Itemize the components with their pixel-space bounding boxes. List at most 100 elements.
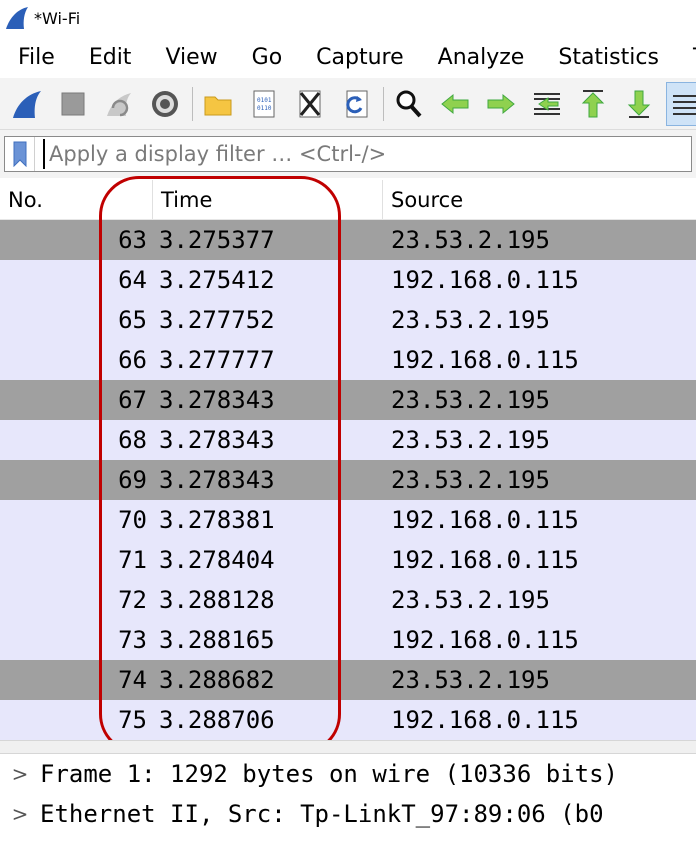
bookmark-icon	[13, 141, 26, 167]
autoscroll-button[interactable]	[666, 81, 696, 126]
cell-time: 3.277777	[159, 346, 275, 374]
window-title: *Wi-Fi	[34, 8, 81, 28]
table-row[interactable]: 64 3.275412 192.168.0.115	[0, 260, 696, 300]
cell-no: 68	[118, 426, 147, 454]
menu-telephony[interactable]: Te	[676, 45, 696, 70]
cell-no: 64	[118, 266, 147, 294]
cell-time: 3.278343	[159, 426, 275, 454]
start-capture-button[interactable]	[8, 82, 46, 126]
close-file-icon	[299, 90, 321, 117]
capture-options-button[interactable]	[146, 82, 184, 126]
reload-file-button[interactable]	[337, 82, 375, 126]
capture-options-icon	[152, 90, 178, 117]
cell-source: 23.53.2.195	[391, 586, 550, 614]
column-header-time[interactable]: Time	[153, 180, 383, 219]
first-packet-icon	[581, 89, 605, 117]
wireshark-fin-icon	[6, 7, 28, 29]
expand-chevron-icon[interactable]: >	[0, 802, 40, 826]
go-to-packet-icon	[534, 92, 560, 115]
autoscroll-icon	[673, 94, 696, 115]
menu-capture[interactable]: Capture	[299, 45, 420, 70]
save-file-button[interactable]: 0101 0110	[245, 82, 283, 126]
cell-time: 3.278381	[159, 506, 275, 534]
menu-edit[interactable]: Edit	[72, 45, 149, 70]
find-packet-icon	[396, 90, 422, 117]
svg-text:0101: 0101	[257, 97, 272, 104]
packet-list-header: No. Time Source	[0, 180, 696, 220]
cell-source: 192.168.0.115	[391, 266, 579, 294]
table-row[interactable]: 70 3.278381 192.168.0.115	[0, 500, 696, 540]
cell-source: 23.53.2.195	[391, 466, 550, 494]
restart-capture-button[interactable]	[100, 82, 138, 126]
cell-source: 192.168.0.115	[391, 506, 579, 534]
cell-time: 3.278343	[159, 466, 275, 494]
display-filter-box	[4, 136, 692, 172]
cell-no: 63	[118, 226, 147, 254]
filter-bookmark-button[interactable]	[5, 137, 35, 171]
cell-no: 67	[118, 386, 147, 414]
svg-text:0110: 0110	[257, 105, 272, 112]
table-row[interactable]: 68 3.278343 23.53.2.195	[0, 420, 696, 460]
toolbar-separator	[192, 86, 193, 121]
table-row[interactable]: 69 3.278343 23.53.2.195	[0, 460, 696, 500]
packet-rows: 63 3.275377 23.53.2.195 64 3.275412 192.168.0…	[0, 220, 696, 740]
menu-go[interactable]: Go	[235, 45, 300, 70]
cell-time: 3.288165	[159, 626, 275, 654]
display-filter-input[interactable]	[43, 139, 691, 169]
column-header-source[interactable]: Source	[383, 180, 696, 219]
cell-no: 65	[118, 306, 147, 334]
last-packet-icon	[627, 90, 651, 118]
menu-view[interactable]: View	[148, 45, 234, 70]
find-packet-button[interactable]	[390, 82, 428, 126]
table-row[interactable]: 74 3.288682 23.53.2.195	[0, 660, 696, 700]
table-row[interactable]: 66 3.277777 192.168.0.115	[0, 340, 696, 380]
go-forward-button[interactable]	[482, 82, 520, 126]
open-file-button[interactable]	[199, 82, 237, 126]
go-back-icon	[441, 93, 469, 114]
cell-no: 69	[118, 466, 147, 494]
column-header-no[interactable]: No.	[0, 180, 153, 219]
table-row[interactable]: 73 3.288165 192.168.0.115	[0, 620, 696, 660]
detail-row-ethernet[interactable]: > Ethernet II, Src: Tp-LinkT_97:89:06 (b…	[0, 794, 696, 834]
menu-file[interactable]: File	[0, 45, 72, 70]
expand-chevron-icon[interactable]: >	[0, 762, 40, 786]
table-row[interactable]: 67 3.278343 23.53.2.195	[0, 380, 696, 420]
menu-statistics[interactable]: Statistics	[541, 45, 676, 70]
cell-no: 66	[118, 346, 147, 374]
close-file-button[interactable]	[291, 82, 329, 126]
table-row[interactable]: 65 3.277752 23.53.2.195	[0, 300, 696, 340]
cell-no: 73	[118, 626, 147, 654]
menu-bar: File Edit View Go Capture Analyze Statis…	[0, 36, 696, 78]
first-packet-button[interactable]	[574, 82, 612, 126]
packet-details: > Frame 1: 1292 bytes on wire (10336 bit…	[0, 754, 696, 841]
stop-capture-icon	[61, 92, 85, 115]
go-to-packet-button[interactable]	[528, 82, 566, 126]
menu-analyze[interactable]: Analyze	[421, 45, 542, 70]
table-row[interactable]: 63 3.275377 23.53.2.195	[0, 220, 696, 260]
table-row[interactable]: 75 3.288706 192.168.0.115	[0, 700, 696, 740]
cell-source: 23.53.2.195	[391, 386, 550, 414]
go-back-button[interactable]	[436, 82, 474, 126]
cell-time: 3.275377	[159, 226, 275, 254]
detail-text: Ethernet II, Src: Tp-LinkT_97:89:06 (b0	[40, 800, 604, 828]
cell-time: 3.288128	[159, 586, 275, 614]
packet-list: No. Time Source 63 3.275377 23.53.2.195 64 3…	[0, 180, 696, 740]
pane-splitter[interactable]	[0, 740, 696, 754]
toolbar-separator	[383, 86, 384, 121]
cell-no: 75	[118, 706, 147, 734]
stop-capture-button[interactable]	[54, 82, 92, 126]
cell-source: 192.168.0.115	[391, 346, 579, 374]
cell-no: 72	[118, 586, 147, 614]
cell-source: 192.168.0.115	[391, 706, 579, 734]
cell-no: 71	[118, 546, 147, 574]
cell-time: 3.278404	[159, 546, 275, 574]
start-capture-icon	[13, 90, 41, 118]
cell-no: 70	[118, 506, 147, 534]
table-row[interactable]: 71 3.278404 192.168.0.115	[0, 540, 696, 580]
cell-source: 23.53.2.195	[391, 426, 550, 454]
detail-text: Frame 1: 1292 bytes on wire (10336 bits)	[40, 760, 618, 788]
detail-row-frame[interactable]: > Frame 1: 1292 bytes on wire (10336 bit…	[0, 754, 696, 794]
table-row[interactable]: 72 3.288128 23.53.2.195	[0, 580, 696, 620]
cell-time: 3.288706	[159, 706, 275, 734]
last-packet-button[interactable]	[620, 82, 658, 126]
